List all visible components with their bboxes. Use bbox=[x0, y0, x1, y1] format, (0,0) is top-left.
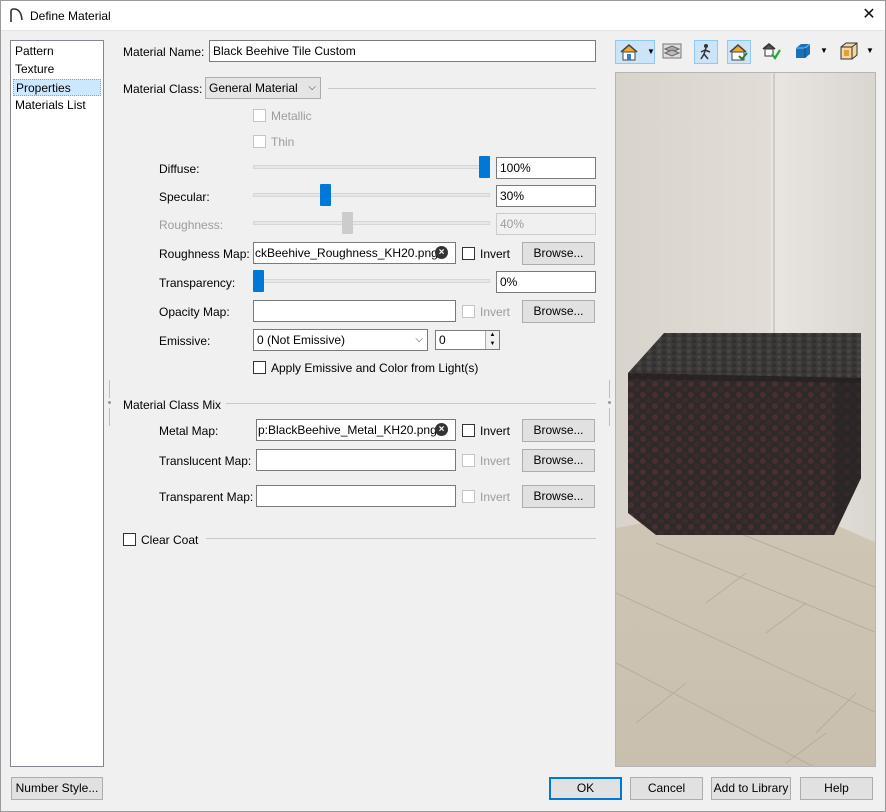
house-view-icon[interactable]: ▼ bbox=[615, 40, 655, 64]
roughness-map-browse-button[interactable]: Browse... bbox=[522, 242, 595, 265]
transparency-label: Transparency: bbox=[159, 276, 236, 290]
thin-checkbox[interactable] bbox=[253, 135, 266, 148]
transparency-slider-track[interactable] bbox=[253, 279, 490, 283]
material-class-mix-heading: Material Class Mix bbox=[123, 398, 222, 412]
metal-map-label: Metal Map: bbox=[159, 424, 219, 438]
roughness-map-invert-label: Invert bbox=[480, 247, 511, 261]
app-icon bbox=[10, 8, 23, 22]
opacity-map-browse-button[interactable]: Browse... bbox=[522, 300, 595, 323]
metal-map-value: p:BlackBeehive_Metal_KH20.png bbox=[258, 423, 437, 437]
chevron-down-icon: ⌵ bbox=[415, 334, 423, 345]
transparent-map-invert-checkbox[interactable] bbox=[462, 490, 475, 503]
cube-icon[interactable]: ▼ bbox=[793, 40, 829, 64]
emissive-spin-value: 0 bbox=[439, 333, 446, 347]
apply-emissive-checkbox[interactable] bbox=[253, 361, 266, 374]
roughness-map-input[interactable]: ckBeehive_Roughness_KH20.png bbox=[253, 242, 456, 264]
add-to-library-button[interactable]: Add to Library bbox=[711, 777, 791, 800]
emissive-spinner[interactable]: 0 ▲ ▼ bbox=[435, 330, 500, 350]
metal-map-invert-checkbox[interactable] bbox=[462, 424, 475, 437]
divider bbox=[226, 403, 596, 404]
title-bar bbox=[0, 0, 886, 31]
specular-label: Specular: bbox=[159, 190, 210, 204]
metal-map-invert-label: Invert bbox=[480, 424, 511, 438]
category-list: Pattern Texture Properties Materials Lis… bbox=[10, 40, 104, 767]
walk-icon[interactable] bbox=[694, 40, 718, 64]
chevron-down-icon: ▼ bbox=[647, 47, 655, 56]
nav-item-properties[interactable]: Properties bbox=[13, 79, 101, 96]
translucent-map-invert-label: Invert bbox=[480, 454, 511, 468]
opacity-map-invert-label: Invert bbox=[480, 305, 511, 319]
emissive-label: Emissive: bbox=[159, 334, 211, 348]
material-class-label: Material Class: bbox=[123, 82, 203, 96]
thin-label: Thin bbox=[271, 135, 295, 149]
nav-item-materials-list[interactable]: Materials List bbox=[13, 97, 101, 114]
divider bbox=[206, 538, 596, 539]
metallic-label: Metallic bbox=[271, 109, 312, 123]
roughness-map-value: ckBeehive_Roughness_KH20.png bbox=[255, 246, 438, 260]
number-style-button[interactable]: Number Style... bbox=[11, 777, 103, 800]
material-class-value: General Material bbox=[209, 81, 298, 95]
specular-input[interactable]: 30% bbox=[496, 185, 596, 207]
nav-item-texture[interactable]: Texture bbox=[13, 61, 101, 78]
transparent-map-label: Transparent Map: bbox=[159, 490, 254, 504]
emissive-select[interactable]: 0 (Not Emissive) ⌵ bbox=[253, 329, 428, 351]
diffuse-slider-track[interactable] bbox=[253, 165, 490, 169]
box-icon[interactable]: ▼ bbox=[838, 40, 876, 64]
transparency-slider-thumb[interactable] bbox=[253, 270, 264, 292]
roughness-slider-track[interactable] bbox=[253, 221, 490, 225]
spin-arrows-icon[interactable]: ▲ ▼ bbox=[485, 331, 499, 349]
preview-scene bbox=[616, 73, 875, 766]
translucent-map-invert-checkbox[interactable] bbox=[462, 454, 475, 467]
material-preview[interactable] bbox=[615, 72, 876, 767]
emissive-value: 0 (Not Emissive) bbox=[257, 333, 346, 347]
clear-coat-checkbox[interactable] bbox=[123, 533, 136, 546]
layers-icon[interactable] bbox=[661, 40, 685, 64]
clear-icon[interactable]: × bbox=[435, 423, 448, 436]
clear-coat-label: Clear Coat bbox=[141, 533, 199, 547]
roughness-map-label: Roughness Map: bbox=[159, 247, 250, 261]
opacity-map-invert-checkbox[interactable] bbox=[462, 305, 475, 318]
close-icon[interactable]: ✕ bbox=[856, 3, 882, 27]
transparency-input[interactable]: 0% bbox=[496, 271, 596, 293]
material-class-select[interactable]: General Material ⌵ bbox=[205, 77, 321, 99]
chevron-down-icon: ▼ bbox=[866, 46, 874, 55]
roughness-map-invert-checkbox[interactable] bbox=[462, 247, 475, 260]
metallic-checkbox[interactable] bbox=[253, 109, 266, 122]
metal-map-browse-button[interactable]: Browse... bbox=[522, 419, 595, 442]
clear-icon[interactable]: × bbox=[435, 246, 448, 259]
chevron-down-icon: ▼ bbox=[820, 46, 828, 55]
transparent-map-input[interactable] bbox=[256, 485, 456, 507]
transparent-map-invert-label: Invert bbox=[480, 490, 511, 504]
house-check-icon[interactable] bbox=[727, 40, 751, 64]
translucent-map-input[interactable] bbox=[256, 449, 456, 471]
specular-slider-thumb[interactable] bbox=[320, 184, 331, 206]
translucent-map-label: Translucent Map: bbox=[159, 454, 252, 468]
splitter-handle[interactable] bbox=[608, 380, 611, 430]
roughness-input[interactable]: 40% bbox=[496, 213, 596, 235]
cancel-button[interactable]: Cancel bbox=[630, 777, 703, 800]
specular-slider-track[interactable] bbox=[253, 193, 490, 197]
apply-emissive-label: Apply Emissive and Color from Light(s) bbox=[271, 361, 479, 375]
diffuse-slider-thumb[interactable] bbox=[479, 156, 490, 178]
material-name-label: Material Name: bbox=[123, 45, 205, 59]
chevron-down-icon: ⌵ bbox=[308, 82, 316, 93]
opacity-map-input[interactable] bbox=[253, 300, 456, 322]
splitter-handle[interactable] bbox=[108, 380, 111, 430]
metal-map-input[interactable]: p:BlackBeehive_Metal_KH20.png bbox=[256, 419, 456, 441]
opacity-map-label: Opacity Map: bbox=[159, 305, 230, 319]
diffuse-label: Diffuse: bbox=[159, 162, 200, 176]
divider bbox=[328, 88, 596, 89]
translucent-map-browse-button[interactable]: Browse... bbox=[522, 449, 595, 472]
ok-button[interactable]: OK bbox=[549, 777, 622, 800]
roughness-label: Roughness: bbox=[159, 218, 224, 232]
nav-item-pattern[interactable]: Pattern bbox=[13, 43, 101, 60]
transparent-map-browse-button[interactable]: Browse... bbox=[522, 485, 595, 508]
roughness-slider-thumb[interactable] bbox=[342, 212, 353, 234]
window-title: Define Material bbox=[30, 9, 111, 23]
diffuse-input[interactable]: 100% bbox=[496, 157, 596, 179]
library-check-icon[interactable] bbox=[760, 40, 784, 64]
material-name-input[interactable]: Black Beehive Tile Custom bbox=[209, 40, 596, 62]
help-button[interactable]: Help bbox=[800, 777, 873, 800]
